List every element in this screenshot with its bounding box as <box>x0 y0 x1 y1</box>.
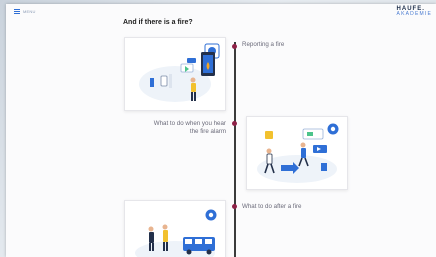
app-window: MENU HAUFE. AKADEMIE And if there is a f… <box>6 4 436 257</box>
timeline-dot-3 <box>232 204 237 209</box>
illustration-fire-alarm <box>257 123 339 183</box>
card-fire-alarm[interactable] <box>246 116 348 190</box>
step-label-fire-alarm-line1: What to do when you hear <box>153 120 226 127</box>
hamburger-icon <box>14 9 20 14</box>
step-label-fire-alarm-line2: the fire alarm <box>189 128 226 135</box>
logo: HAUFE. AKADEMIE <box>396 6 432 17</box>
menu-label: MENU <box>23 9 36 14</box>
card-reporting-fire[interactable] <box>124 37 226 111</box>
logo-line-2: AKADEMIE <box>396 11 432 17</box>
menu-button[interactable]: MENU <box>14 9 36 14</box>
timeline-line <box>234 42 236 257</box>
card-after-fire[interactable] <box>124 200 226 257</box>
top-bar: MENU HAUFE. AKADEMIE <box>6 4 436 18</box>
step-label-reporting[interactable]: Reporting a fire <box>242 41 284 49</box>
timeline-dot-1 <box>232 44 237 49</box>
illustration-after-fire <box>135 209 217 257</box>
step-label-after-fire[interactable]: What to do after a fire <box>242 203 302 211</box>
step-label-fire-alarm[interactable]: What to do when you hear the fire alarm <box>124 120 226 136</box>
illustration-reporting-fire <box>139 43 220 102</box>
timeline-dot-2 <box>232 121 237 126</box>
page-title: And if there is a fire? <box>123 19 193 26</box>
